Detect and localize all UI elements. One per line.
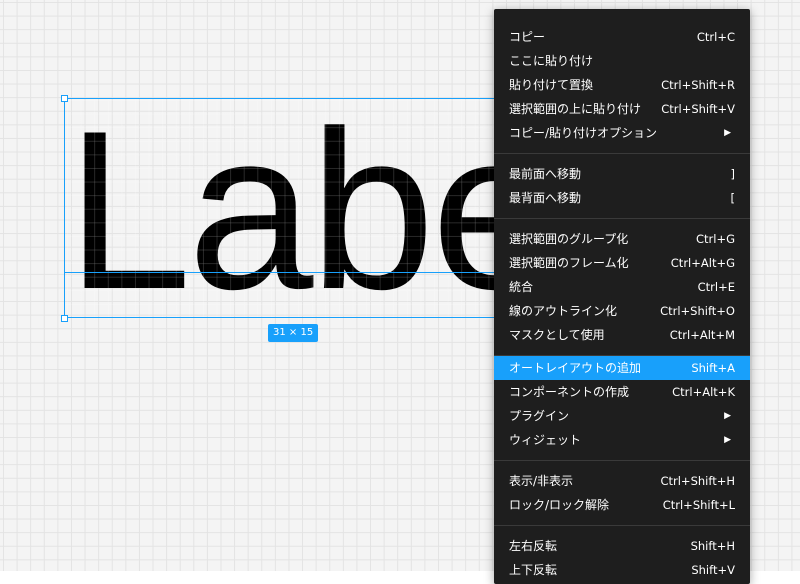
menu-item-label: オートレイアウトの追加	[509, 361, 642, 375]
menu-item-flip-horizontal[interactable]: 左右反転 Shift+H	[494, 534, 750, 558]
menu-item-label: 最背面へ移動	[509, 191, 582, 205]
menu-item-shortcut: Ctrl+C	[696, 30, 735, 44]
menu-item-send-to-back[interactable]: 最背面へ移動 [	[494, 186, 750, 210]
menu-item-show-hide[interactable]: 表示/非表示 Ctrl+Shift+H	[494, 469, 750, 493]
menu-item-label: 選択範囲のグループ化	[509, 232, 629, 246]
menu-item-paste-here[interactable]: ここに貼り付け	[494, 49, 750, 73]
menu-item-outline-stroke[interactable]: 線のアウトライン化 Ctrl+Shift+O	[494, 299, 750, 323]
menu-separator	[494, 460, 750, 461]
menu-item-flip-vertical[interactable]: 上下反転 Shift+V	[494, 558, 750, 582]
menu-separator	[494, 153, 750, 154]
menu-item-bring-to-front[interactable]: 最前面へ移動 ]	[494, 162, 750, 186]
menu-item-label: ロック/ロック解除	[509, 498, 610, 512]
menu-item-label: ここに貼り付け	[509, 54, 594, 68]
menu-item-shortcut: Ctrl+Shift+O	[660, 304, 735, 318]
menu-item-group-selection[interactable]: 選択範囲のグループ化 Ctrl+G	[494, 227, 750, 251]
menu-item-shortcut: ]	[730, 167, 736, 181]
menu-item-label: ウィジェット	[509, 433, 582, 447]
menu-item-label: 左右反転	[509, 539, 558, 553]
menu-separator	[494, 525, 750, 526]
menu-item-shortcut: Ctrl+Shift+R	[661, 78, 735, 92]
menu-item-plugins[interactable]: プラグイン ▶	[494, 404, 750, 428]
menu-item-label: 上下反転	[509, 563, 558, 577]
selection-bounding-box[interactable]	[64, 98, 500, 318]
menu-item-label: プラグイン	[509, 409, 570, 423]
menu-item-add-auto-layout[interactable]: オートレイアウトの追加 Shift+A	[494, 356, 750, 380]
menu-item-shortcut: [	[730, 191, 736, 205]
context-menu: コピー Ctrl+C ここに貼り付け 貼り付けて置換 Ctrl+Shift+R …	[494, 9, 750, 584]
menu-item-shortcut: Shift+V	[691, 563, 735, 577]
menu-item-lock-unlock[interactable]: ロック/ロック解除 Ctrl+Shift+L	[494, 493, 750, 517]
menu-item-frame-selection[interactable]: 選択範囲のフレーム化 Ctrl+Alt+G	[494, 251, 750, 275]
menu-item-flatten[interactable]: 統合 Ctrl+E	[494, 275, 750, 299]
menu-item-shortcut: Ctrl+Shift+H	[660, 474, 735, 488]
menu-item-paste-over-selection[interactable]: 選択範囲の上に貼り付け Ctrl+Shift+V	[494, 97, 750, 121]
menu-item-label: 最前面へ移動	[509, 167, 582, 181]
menu-item-shortcut: Ctrl+E	[697, 280, 735, 294]
menu-item-label: マスクとして使用	[509, 328, 605, 342]
menu-item-label: コピー	[509, 30, 546, 44]
menu-separator	[494, 218, 750, 219]
triangle-right-icon: ▶	[724, 411, 731, 421]
menu-item-paste-to-replace[interactable]: 貼り付けて置換 Ctrl+Shift+R	[494, 73, 750, 97]
menu-item-shortcut: Ctrl+Alt+M	[669, 328, 735, 342]
menu-item-shortcut: Ctrl+Shift+V	[661, 102, 735, 116]
menu-item-shortcut: Ctrl+Alt+G	[670, 256, 735, 270]
menu-item-use-as-mask[interactable]: マスクとして使用 Ctrl+Alt+M	[494, 323, 750, 347]
menu-item-label: 表示/非表示	[509, 474, 574, 488]
menu-item-shortcut: Ctrl+G	[695, 232, 735, 246]
menu-item-shortcut: Shift+H	[690, 539, 735, 553]
menu-item-label: 統合	[509, 280, 534, 294]
menu-item-widgets[interactable]: ウィジェット ▶	[494, 428, 750, 452]
menu-item-shortcut: Shift+A	[691, 361, 735, 375]
menu-item-shortcut: Ctrl+Alt+K	[672, 385, 735, 399]
menu-item-label: 選択範囲のフレーム化	[509, 256, 629, 270]
menu-item-label: 線のアウトライン化	[509, 304, 618, 318]
menu-item-copy[interactable]: コピー Ctrl+C	[494, 25, 750, 49]
menu-item-shortcut: Ctrl+Shift+L	[662, 498, 735, 512]
dimension-badge: 31 × 15	[268, 324, 319, 342]
triangle-right-icon: ▶	[724, 128, 731, 138]
menu-item-label: 選択範囲の上に貼り付け	[509, 102, 642, 116]
menu-item-label: コンポーネントの作成	[509, 385, 630, 399]
resize-handle-bottom-left[interactable]	[61, 315, 68, 322]
resize-handle-top-left[interactable]	[61, 95, 68, 102]
menu-item-label: 貼り付けて置換	[509, 78, 594, 92]
menu-item-label: コピー/貼り付けオプション	[509, 126, 658, 140]
triangle-right-icon: ▶	[724, 435, 731, 445]
menu-item-copy-paste-options[interactable]: コピー/貼り付けオプション ▶	[494, 121, 750, 145]
menu-item-create-component[interactable]: コンポーネントの作成 Ctrl+Alt+K	[494, 380, 750, 404]
